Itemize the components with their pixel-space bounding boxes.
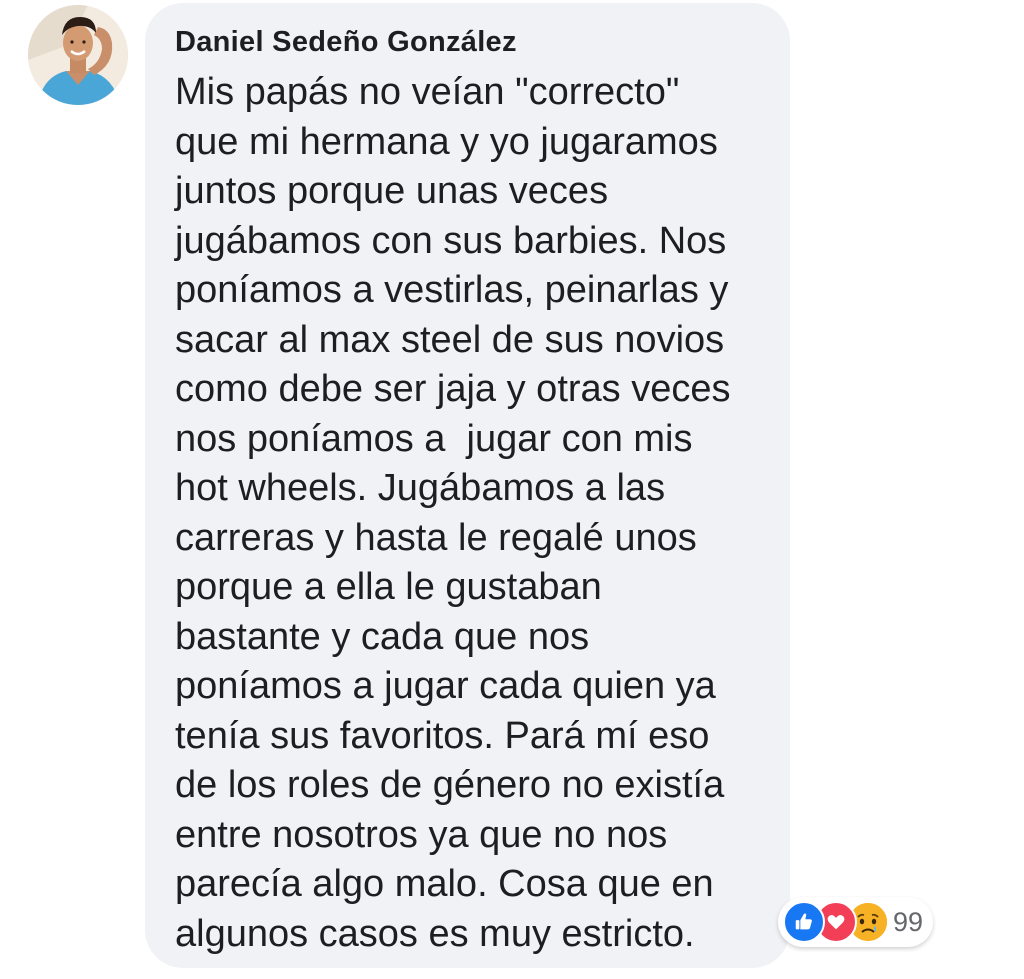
comment-line: que mi hermana y yo jugaramos <box>175 120 718 163</box>
comment-line: Mis papás no veían "correcto" <box>175 71 680 113</box>
reaction-count: 99 <box>893 906 924 937</box>
comment-line: jugábamos con sus barbies. Nos <box>175 219 727 262</box>
comment-line: juntos porque unas veces <box>175 170 609 212</box>
comment-line: algunos casos es muy estricto. <box>175 912 695 955</box>
comment-line: de los roles de género no existía <box>175 764 725 806</box>
comment-line: bastante y cada que nos <box>175 615 590 658</box>
comment-line: tenía sus favoritos. Pará mí eso <box>175 714 710 757</box>
like-icon <box>783 901 825 943</box>
comment-line: carreras y hasta le regalé unos <box>175 516 697 559</box>
profile-photo <box>28 5 128 105</box>
comment-line: poníamos a jugar cada quien ya <box>175 665 716 707</box>
comment-line: sacar al max steel de sus novios <box>175 318 725 361</box>
comment-line: hot wheels. Jugábamos a las <box>175 467 666 509</box>
comment-view: Daniel Sedeño González Mis papás no veía… <box>0 0 1024 979</box>
comment-line: entre nosotros ya que no nos <box>175 813 668 856</box>
comment-line: parecía algo malo. Cosa que en <box>175 863 714 905</box>
comment-line: porque a ella le gustaban <box>175 566 602 608</box>
comment-line: como debe ser jaja y otras veces <box>175 368 731 410</box>
reactions-summary[interactable]: 99 <box>778 897 934 947</box>
avatar[interactable] <box>28 5 128 105</box>
comment-author[interactable]: Daniel Sedeño González <box>175 26 517 59</box>
comment-line: poníamos a vestirlas, peinarlas y <box>175 269 729 311</box>
comment-line: nos poníamos a jugar con mis <box>175 417 693 460</box>
comment-text: Mis papás no veían "correcto" que mi her… <box>175 68 775 959</box>
